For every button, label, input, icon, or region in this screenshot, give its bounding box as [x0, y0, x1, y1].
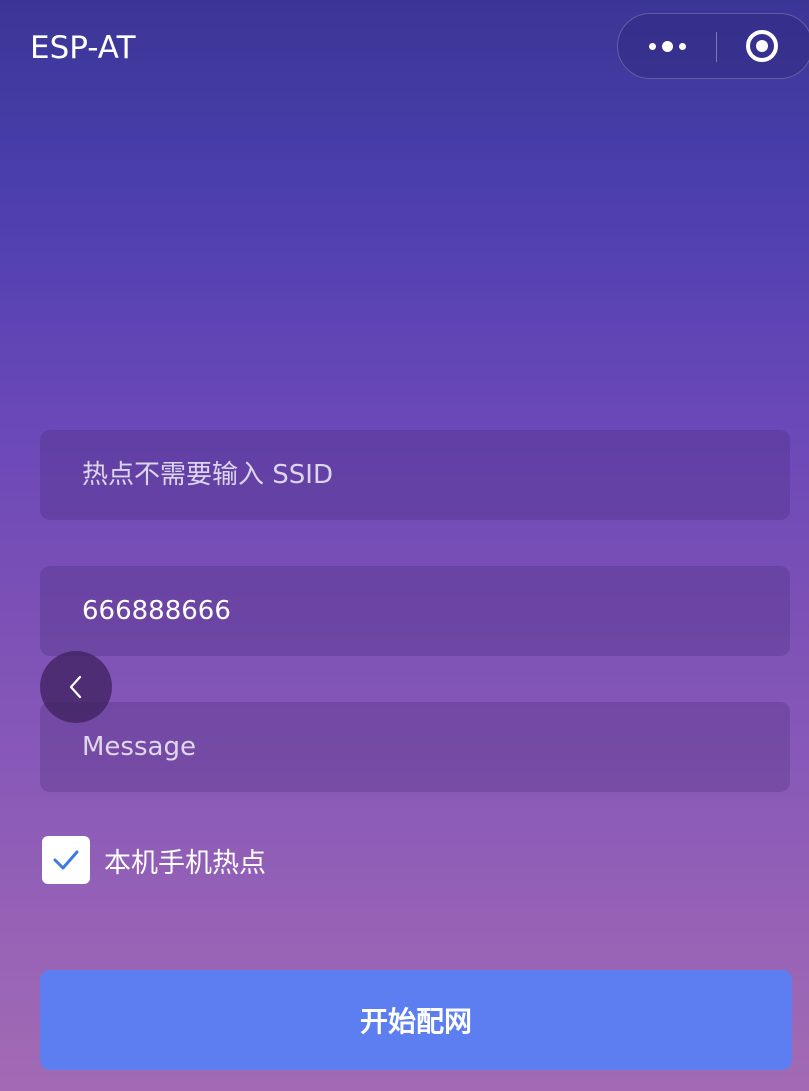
- password-input[interactable]: [82, 596, 790, 626]
- top-bar: ESP-AT: [0, 0, 809, 96]
- ssid-field[interactable]: [40, 430, 790, 520]
- message-field[interactable]: [40, 702, 790, 792]
- checkmark-icon: [53, 850, 79, 870]
- mini-program-capsule: [617, 13, 809, 79]
- close-button[interactable]: [744, 28, 780, 64]
- message-input[interactable]: [82, 732, 790, 762]
- hotspot-checkbox-row[interactable]: 本机手机热点: [42, 836, 266, 884]
- app-title: ESP-AT: [30, 30, 136, 66]
- capsule-divider: [716, 32, 717, 62]
- hotspot-checkbox[interactable]: [42, 836, 90, 884]
- page: ESP-AT 热点不需要输入 SSID 666888666 Message 本机…: [0, 0, 809, 1091]
- chevron-left-icon: [69, 675, 82, 699]
- start-provisioning-button[interactable]: 开始配网: [40, 970, 792, 1070]
- ssid-input[interactable]: [82, 460, 790, 490]
- more-dots-icon: [648, 40, 686, 52]
- target-circle-icon: [746, 30, 778, 62]
- password-field[interactable]: [40, 566, 790, 656]
- hotspot-checkbox-label: 本机手机热点: [104, 847, 266, 879]
- more-button[interactable]: [618, 14, 716, 78]
- back-button[interactable]: [40, 651, 112, 723]
